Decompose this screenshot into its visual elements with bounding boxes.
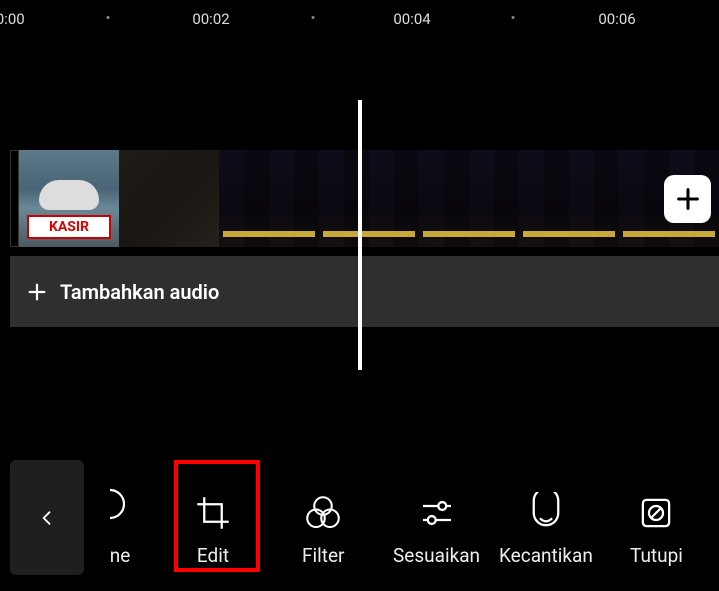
filter-icon [302,492,344,534]
ruler-tick-dot [107,16,110,19]
face-icon [525,492,567,534]
add-audio-label: Tambahkan audio [60,280,219,304]
add-clip-button[interactable] [664,175,711,223]
ruler-tick-dot [312,16,315,19]
ruler-tick-dot [512,16,515,19]
clip-leading-black[interactable]: 17.6s [10,150,19,247]
tool-cover[interactable]: Tutupi [630,492,683,567]
ruler-time-mark: 00:04 [393,10,430,28]
playhead[interactable] [358,100,362,370]
crop-icon [192,492,234,534]
clip-thumbnail[interactable] [119,150,219,247]
plus-icon [26,281,48,303]
clip-thumbnail[interactable]: KASIR [19,150,119,247]
ruler-time-mark: 00:00 [0,10,25,28]
tool-adjust-label: Sesuaikan [393,544,480,567]
kasir-sign: KASIR [27,215,111,239]
tool-partial[interactable]: ne [92,484,148,567]
add-audio-track[interactable]: Tambahkan audio [10,256,719,327]
tool-filter[interactable]: Filter [302,492,344,567]
tool-edit[interactable]: Edit [192,492,234,567]
tool-filter-label: Filter [302,544,344,567]
clip-thumbnail[interactable] [219,150,319,247]
clip-area: 17.6s KASIR [10,150,719,247]
block-icon [635,492,677,534]
ruler-time-mark: 00:02 [192,10,229,28]
plus-icon [674,185,702,213]
clip-thumbnail[interactable] [419,150,519,247]
tool-beauty[interactable]: Kecantikan [499,492,593,567]
partial-icon [104,484,136,524]
bottom-toolbar: ne Edit Filter Sesuaikan Kecantikan [0,461,719,581]
tool-cover-label: Tutupi [630,544,683,567]
tool-edit-label: Edit [197,544,229,567]
clip-thumbnail[interactable] [519,150,619,247]
ruler-time-mark: 00:06 [598,10,635,28]
tool-beauty-label: Kecantikan [499,544,593,567]
tool-partial-label: ne [110,544,131,567]
sliders-icon [416,492,458,534]
timeline-ruler[interactable]: 00:00 00:02 00:04 00:06 [0,0,719,34]
clip-strip[interactable]: 17.6s KASIR [10,150,719,247]
back-button[interactable] [10,460,84,575]
clip-thumbnail[interactable] [319,150,419,247]
chevron-left-icon [37,504,57,532]
tool-adjust[interactable]: Sesuaikan [393,492,480,567]
